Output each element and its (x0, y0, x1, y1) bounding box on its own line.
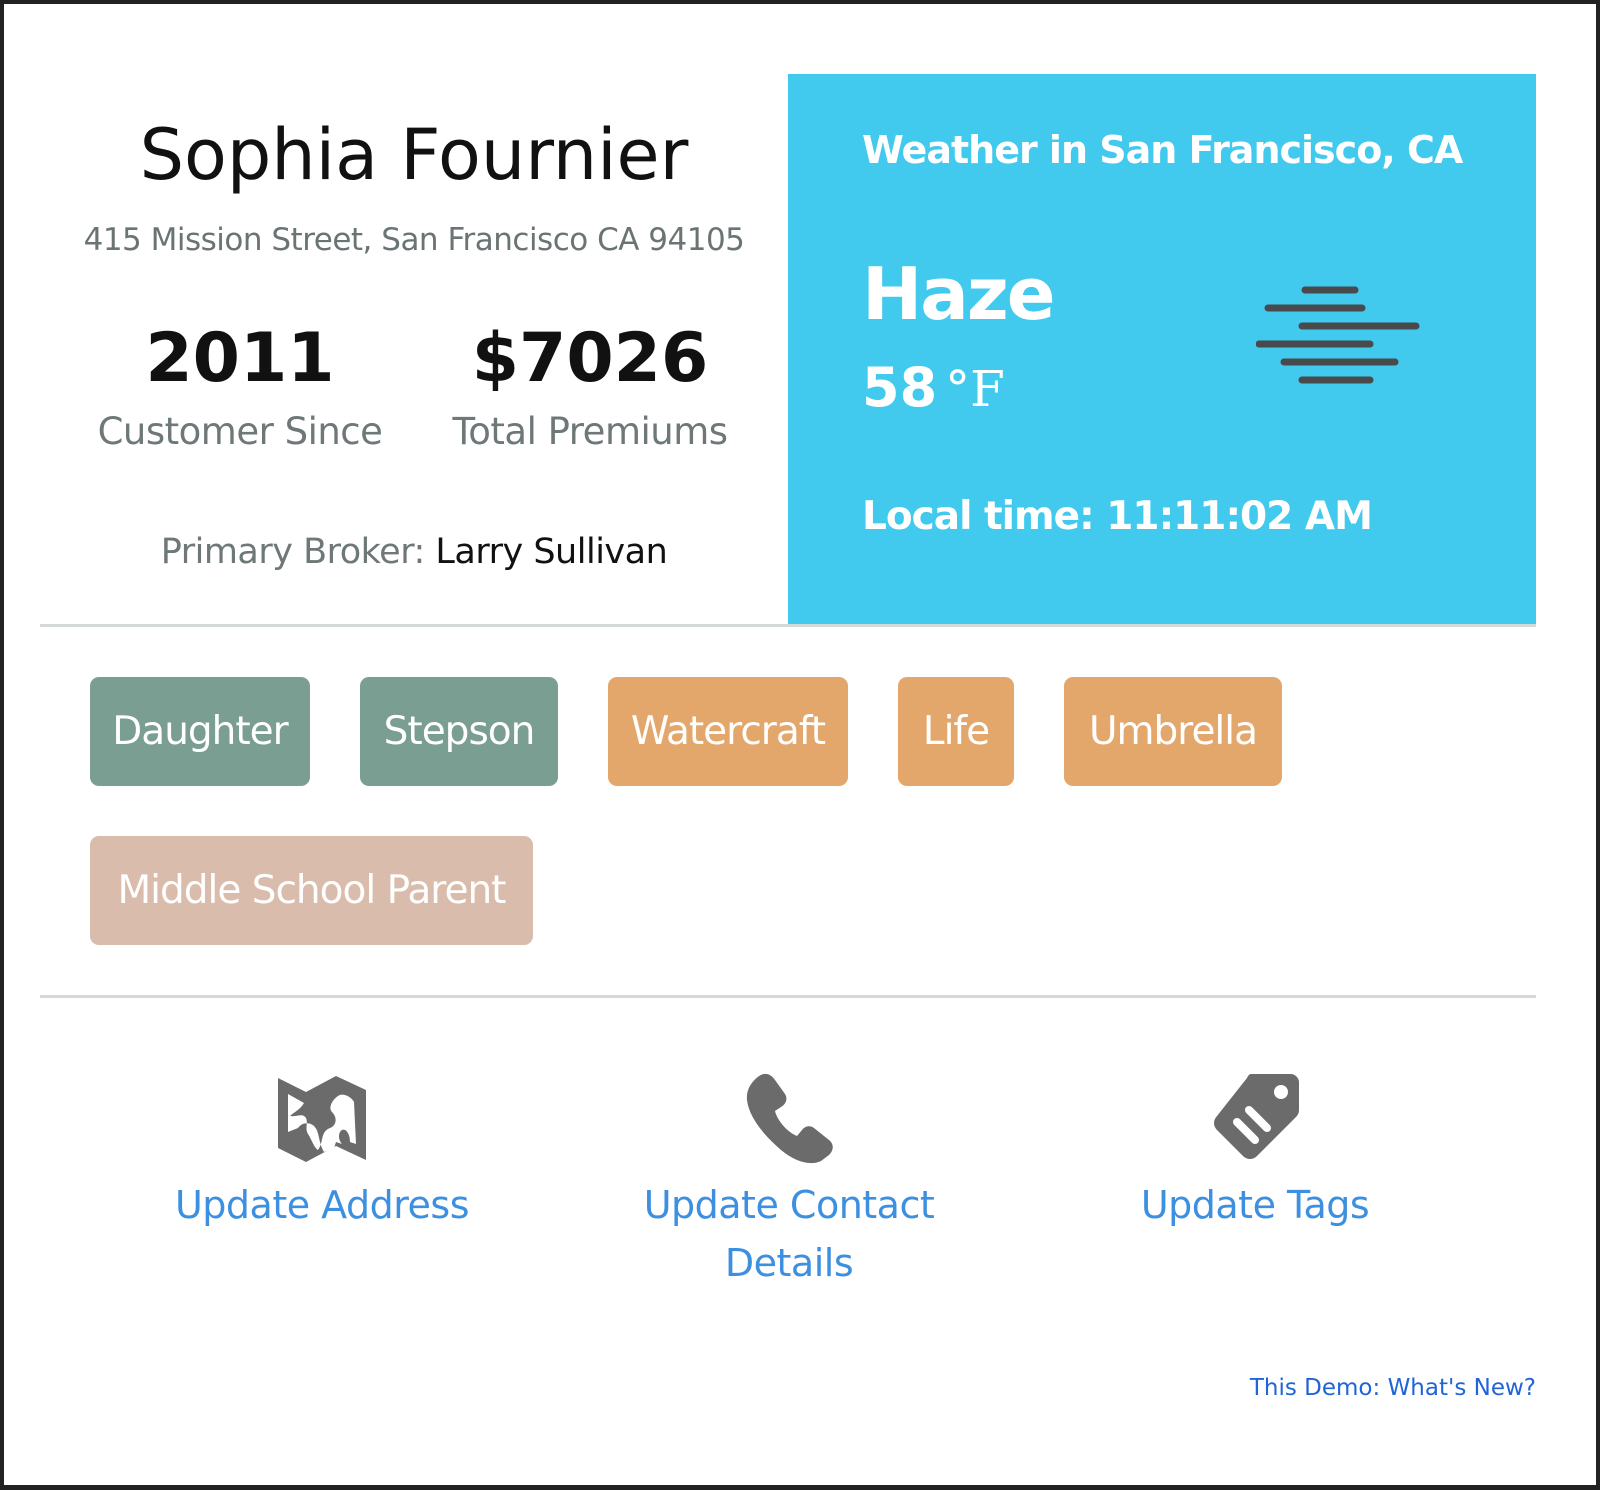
whats-new-link[interactable]: This Demo: What's New? (1250, 1375, 1536, 1401)
customer-name: Sophia Fournier (139, 114, 689, 196)
temperature-value: 58 (862, 356, 938, 419)
tag-daughter[interactable]: Daughter (90, 677, 310, 786)
tag-icon (1214, 1074, 1299, 1159)
update-contact-details-action[interactable]: Update Contact Details (589, 1070, 989, 1292)
customer-since-value: 2011 (145, 319, 335, 398)
customer-since-stat: 2011 Customer Since (80, 314, 400, 453)
weather-condition: Haze (862, 252, 1056, 336)
update-tags-link[interactable]: Update Tags (1055, 1176, 1455, 1234)
tag-middle-school-parent[interactable]: Middle School Parent (90, 836, 533, 945)
temperature-unit: °F (945, 360, 1005, 418)
map-icon (278, 1076, 366, 1162)
total-premiums-stat: $7026 Total Premiums (430, 314, 750, 453)
local-time: Local time: 11:11:02 AM (862, 494, 1373, 539)
customer-since-label: Customer Since (97, 410, 383, 453)
update-tags-action[interactable]: Update Tags (1055, 1070, 1455, 1234)
weather-title: Weather in San Francisco, CA (862, 128, 1463, 172)
broker-name: Larry Sullivan (435, 532, 668, 572)
tag-watercraft[interactable]: Watercraft (608, 677, 848, 786)
total-premiums-value: $7026 (471, 319, 709, 398)
primary-broker: Primary Broker: Larry Sullivan (40, 532, 788, 572)
update-address-action[interactable]: Update Address (122, 1070, 522, 1234)
weather-temperature: 58 °F (862, 356, 1005, 419)
update-address-link[interactable]: Update Address (122, 1176, 522, 1234)
section-divider (40, 624, 1536, 627)
update-contact-details-link[interactable]: Update Contact Details (589, 1176, 989, 1292)
phone-icon (746, 1073, 833, 1164)
tag-life[interactable]: Life (898, 677, 1014, 786)
weather-panel: Weather in San Francisco, CA Haze 58 °F L… (788, 74, 1536, 625)
broker-label: Primary Broker: (160, 532, 436, 572)
haze-icon (1256, 286, 1420, 384)
section-divider (40, 995, 1536, 998)
customer-profile: Sophia Fournier 415 Mission Street, San … (40, 74, 788, 625)
tag-umbrella[interactable]: Umbrella (1064, 677, 1282, 786)
tag-stepson[interactable]: Stepson (360, 677, 558, 786)
customer-address: 415 Mission Street, San Francisco CA 941… (83, 222, 745, 258)
total-premiums-label: Total Premiums (452, 410, 728, 453)
